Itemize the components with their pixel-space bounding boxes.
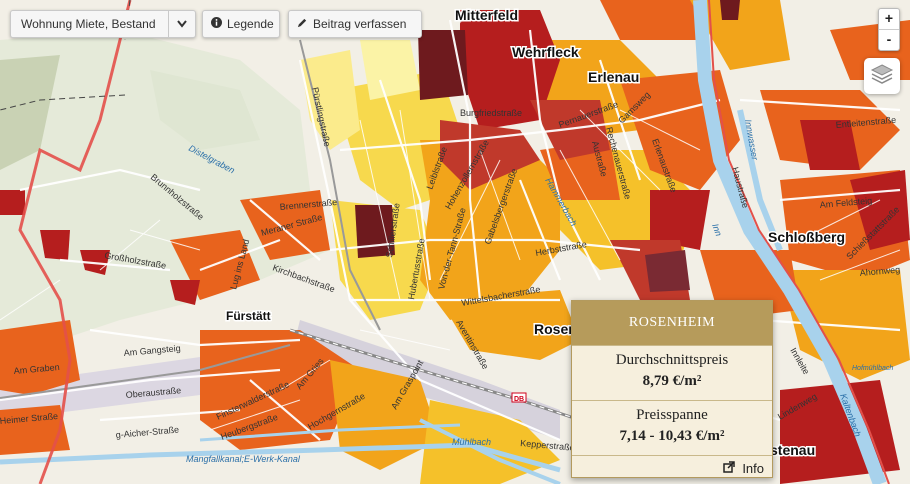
place-label: Mitterfeld — [455, 7, 518, 23]
place-label: Schloßberg — [768, 229, 845, 245]
average-price-section: Durchschnittspreis 8,79 €/m² — [572, 345, 772, 400]
info-icon — [211, 17, 222, 31]
place-label: Erlenau — [588, 69, 639, 85]
map-canvas[interactable]: Mitterfeld Wehrfleck Erlenau Schloßberg … — [0, 0, 910, 484]
price-range-value: 7,14 - 10,43 €/m² — [619, 428, 725, 444]
water-label: Mühlbach — [452, 437, 491, 447]
pencil-icon — [297, 17, 308, 31]
zoom-out-button[interactable]: - — [879, 30, 899, 50]
write-post-label: Beitrag verfassen — [313, 17, 407, 31]
popup-title: ROSENHEIM — [572, 301, 772, 345]
layers-button[interactable] — [864, 58, 900, 94]
zoom-in-button[interactable]: + — [879, 9, 899, 30]
info-link[interactable]: Info — [572, 455, 772, 482]
info-link-label: Info — [742, 461, 764, 476]
region-select-value: Wohnung Miete, Bestand — [21, 17, 156, 31]
write-post-button[interactable]: Beitrag verfassen — [288, 10, 422, 38]
zoom-control: + - — [878, 8, 900, 51]
place-label: stenau — [770, 442, 815, 458]
average-price-label: Durchschnittspreis — [615, 352, 729, 368]
street-label: Burgfriedstraße — [460, 108, 522, 118]
water-label: Mangfallkanal;E-Werk-Kanal — [186, 454, 301, 464]
svg-text:DB: DB — [514, 396, 524, 403]
region-select[interactable]: Wohnung Miete, Bestand — [10, 10, 196, 38]
place-label: Wehrfleck — [512, 44, 579, 60]
chevron-down-icon[interactable] — [168, 11, 195, 37]
legend-button-label: Legende — [227, 17, 274, 31]
layers-icon — [870, 63, 894, 90]
price-range-section: Preisspanne 7,14 - 10,43 €/m² — [572, 400, 772, 455]
external-link-icon — [722, 461, 739, 476]
price-range-label: Preisspanne — [636, 407, 708, 423]
legend-button[interactable]: Legende — [202, 10, 280, 38]
average-price-value: 8,79 €/m² — [642, 373, 702, 389]
region-info-popup: ROSENHEIM Durchschnittspreis 8,79 €/m² P… — [571, 300, 773, 478]
place-label: Fürstätt — [226, 309, 271, 323]
water-label: Hofmühlbach — [852, 365, 893, 372]
